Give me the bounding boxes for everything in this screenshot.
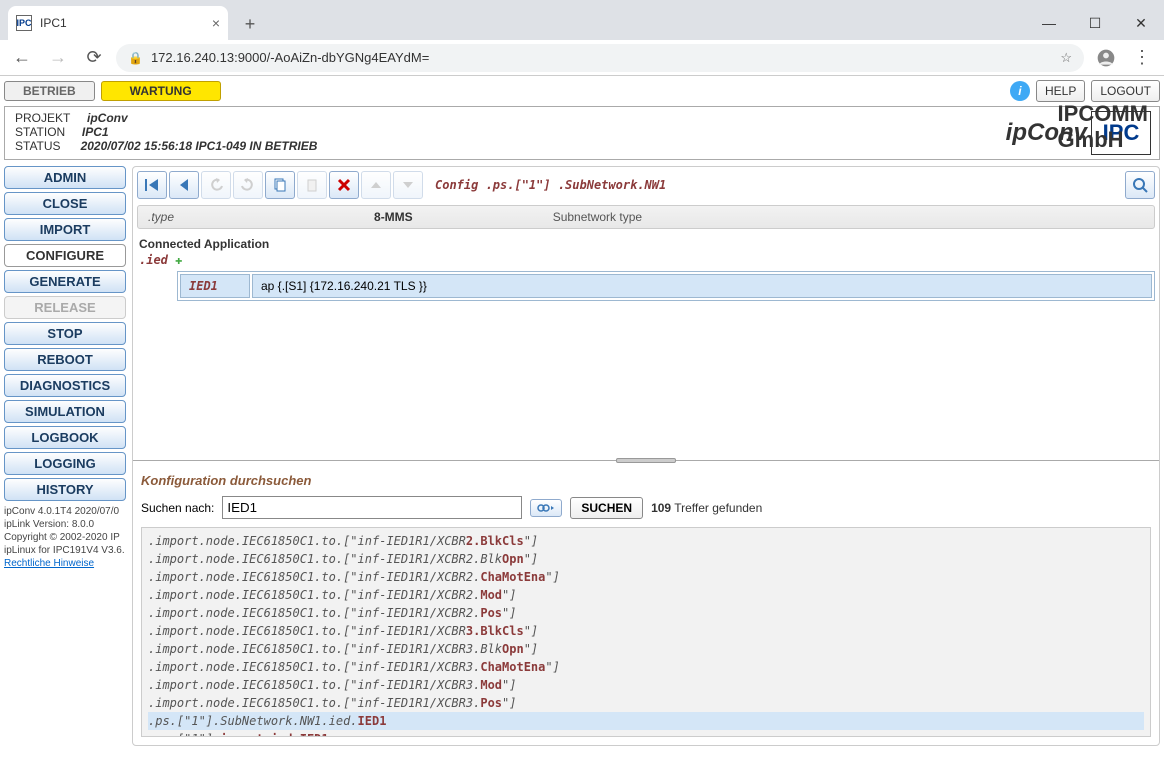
betrieb-button[interactable]: BETRIEB	[4, 81, 95, 101]
logo-sub: IPCOMM GmbH	[1058, 101, 1148, 153]
minimize-icon[interactable]: —	[1026, 6, 1072, 40]
search-options-button[interactable]	[530, 499, 562, 517]
result-row[interactable]: .import.node.IEC61850C1.to.["inf-IED1R1/…	[148, 658, 1144, 676]
result-row[interactable]: .import.node.IEC61850C1.to.["inf-IED1R1/…	[148, 604, 1144, 622]
add-ied-icon[interactable]: ✚	[175, 253, 182, 267]
star-icon[interactable]: ☆	[1060, 50, 1072, 66]
lock-icon: 🔒	[128, 51, 143, 65]
result-row[interactable]: .import.node.IEC61850C1.to.["inf-IED1R1/…	[148, 586, 1144, 604]
search-hits: 109 Treffer gefunden	[651, 501, 762, 515]
type-desc: Subnetwork type	[553, 210, 642, 224]
tab-title: IPC1	[40, 16, 67, 30]
brand-logo: ipConv IPCIPCOMM GmbH	[998, 107, 1159, 159]
type-key: .type	[148, 210, 174, 224]
sidebar-item-stop[interactable]: STOP	[4, 322, 126, 345]
redo-icon	[233, 171, 263, 199]
wartung-button[interactable]: WARTUNG	[101, 81, 221, 101]
result-row[interactable]: .ps.["1"].import.ied.IED1	[148, 730, 1144, 737]
favicon: IPC	[16, 15, 32, 31]
ied-label: .ied ✚	[139, 253, 1155, 267]
ied-detail: ap {.[S1] {172.16.240.21 TLS }}	[252, 274, 1152, 298]
sidebar-item-history[interactable]: HISTORY	[4, 478, 126, 501]
status-value: 2020/07/02 15:56:18 IPC1-049 IN BETRIEB	[81, 139, 318, 153]
search-results[interactable]: .import.node.IEC61850C1.to.["inf-IED1R1/…	[141, 527, 1151, 737]
url-field[interactable]: 🔒 172.16.240.13:9000/-AoAiZn-dbYGNg4EAYd…	[116, 44, 1084, 72]
result-row[interactable]: .import.node.IEC61850C1.to.["inf-IED1R1/…	[148, 622, 1144, 640]
window-controls: — ☐ ✕	[1026, 6, 1164, 40]
result-row[interactable]: .import.node.IEC61850C1.to.["inf-IED1R1/…	[148, 568, 1144, 586]
projekt-label: PROJEKT	[15, 111, 70, 125]
result-row[interactable]: .ps.["1"].SubNetwork.NW1.ied.IED1	[148, 712, 1144, 730]
type-value: 8-MMS	[374, 210, 413, 224]
splitter-handle[interactable]	[616, 458, 676, 463]
url-text: 172.16.240.13:9000/-AoAiZn-dbYGNg4EAYdM=	[151, 50, 429, 65]
result-row[interactable]: .import.node.IEC61850C1.to.["inf-IED1R1/…	[148, 694, 1144, 712]
sidebar-item-diagnostics[interactable]: DIAGNOSTICS	[4, 374, 126, 397]
section-title: Connected Application	[139, 237, 1155, 251]
station-label: STATION	[15, 125, 65, 139]
forward-icon[interactable]: →	[44, 44, 72, 72]
sidebar-item-release: RELEASE	[4, 296, 126, 319]
toolbar: Config .ps.["1"] .SubNetwork.NW1	[137, 171, 1155, 199]
address-bar: ← → ⟳ 🔒 172.16.240.13:9000/-AoAiZn-dbYGN…	[0, 40, 1164, 76]
search-label: Suchen nach:	[141, 501, 214, 515]
sidebar-item-simulation[interactable]: SIMULATION	[4, 400, 126, 423]
back-icon[interactable]: ←	[8, 44, 36, 72]
result-row[interactable]: .import.node.IEC61850C1.to.["inf-IED1R1/…	[148, 550, 1144, 568]
info-icon[interactable]: i	[1010, 81, 1030, 101]
breadcrumb: Config .ps.["1"] .SubNetwork.NW1	[435, 178, 666, 192]
header-block: PROJEKT ipConv STATION IPC1 STATUS 2020/…	[4, 106, 1160, 160]
search-row: Suchen nach: SUCHEN 109 Treffer gefunden	[141, 496, 1151, 519]
sidebar-item-reboot[interactable]: REBOOT	[4, 348, 126, 371]
result-row[interactable]: .import.node.IEC61850C1.to.["inf-IED1R1/…	[148, 676, 1144, 694]
close-window-icon[interactable]: ✕	[1118, 6, 1164, 40]
sidebar-item-import[interactable]: IMPORT	[4, 218, 126, 241]
copy-icon[interactable]	[265, 171, 295, 199]
help-button[interactable]: HELP	[1036, 80, 1085, 102]
first-icon[interactable]	[137, 171, 167, 199]
search-input[interactable]	[222, 496, 522, 519]
sidebar-item-logging[interactable]: LOGGING	[4, 452, 126, 475]
close-tab-icon[interactable]: ×	[212, 15, 220, 31]
delete-icon[interactable]	[329, 171, 359, 199]
up-icon	[361, 171, 391, 199]
new-tab-button[interactable]: +	[234, 8, 266, 40]
menu-icon[interactable]: ⋮	[1128, 44, 1156, 72]
browser-tab[interactable]: IPC IPC1 ×	[8, 6, 228, 40]
version-info: ipConv 4.0.1T4 2020/07/0 ipLink Version:…	[4, 505, 126, 570]
prev-icon[interactable]	[169, 171, 199, 199]
profile-icon[interactable]	[1092, 44, 1120, 72]
status-label: STATUS	[15, 139, 61, 153]
station-value: IPC1	[82, 125, 109, 139]
mode-bar: BETRIEB WARTUNG i HELP LOGOUT	[4, 80, 1160, 102]
sidebar-item-admin[interactable]: ADMIN	[4, 166, 126, 189]
search-icon[interactable]	[1125, 171, 1155, 199]
sidebar-item-generate[interactable]: GENERATE	[4, 270, 126, 293]
ied-name: IED1	[180, 274, 250, 298]
down-icon	[393, 171, 423, 199]
sidebar-item-close[interactable]: CLOSE	[4, 192, 126, 215]
result-row[interactable]: .import.node.IEC61850C1.to.["inf-IED1R1/…	[148, 640, 1144, 658]
type-row: .type 8-MMS Subnetwork type	[137, 205, 1155, 229]
browser-tabs: IPC IPC1 × + — ☐ ✕	[0, 0, 1164, 40]
sidebar: ADMIN CLOSE IMPORT CONFIGURE GENERATE RE…	[4, 166, 126, 746]
main-panel: Config .ps.["1"] .SubNetwork.NW1 .type 8…	[132, 166, 1160, 746]
logout-button[interactable]: LOGOUT	[1091, 80, 1160, 102]
projekt-value: ipConv	[87, 111, 128, 125]
ied-table: IED1 ap {.[S1] {172.16.240.21 TLS }}	[177, 271, 1155, 301]
ied-row[interactable]: IED1 ap {.[S1] {172.16.240.21 TLS }}	[180, 274, 1152, 298]
undo-icon	[201, 171, 231, 199]
reload-icon[interactable]: ⟳	[80, 44, 108, 72]
sidebar-item-logbook[interactable]: LOGBOOK	[4, 426, 126, 449]
legal-link[interactable]: Rechtliche Hinweise	[4, 558, 94, 569]
search-title: Konfiguration durchsuchen	[141, 473, 1155, 488]
paste-icon	[297, 171, 327, 199]
maximize-icon[interactable]: ☐	[1072, 6, 1118, 40]
result-row[interactable]: .import.node.IEC61850C1.to.["inf-IED1R1/…	[148, 532, 1144, 550]
search-button[interactable]: SUCHEN	[570, 497, 643, 519]
sidebar-item-configure[interactable]: CONFIGURE	[4, 244, 126, 267]
